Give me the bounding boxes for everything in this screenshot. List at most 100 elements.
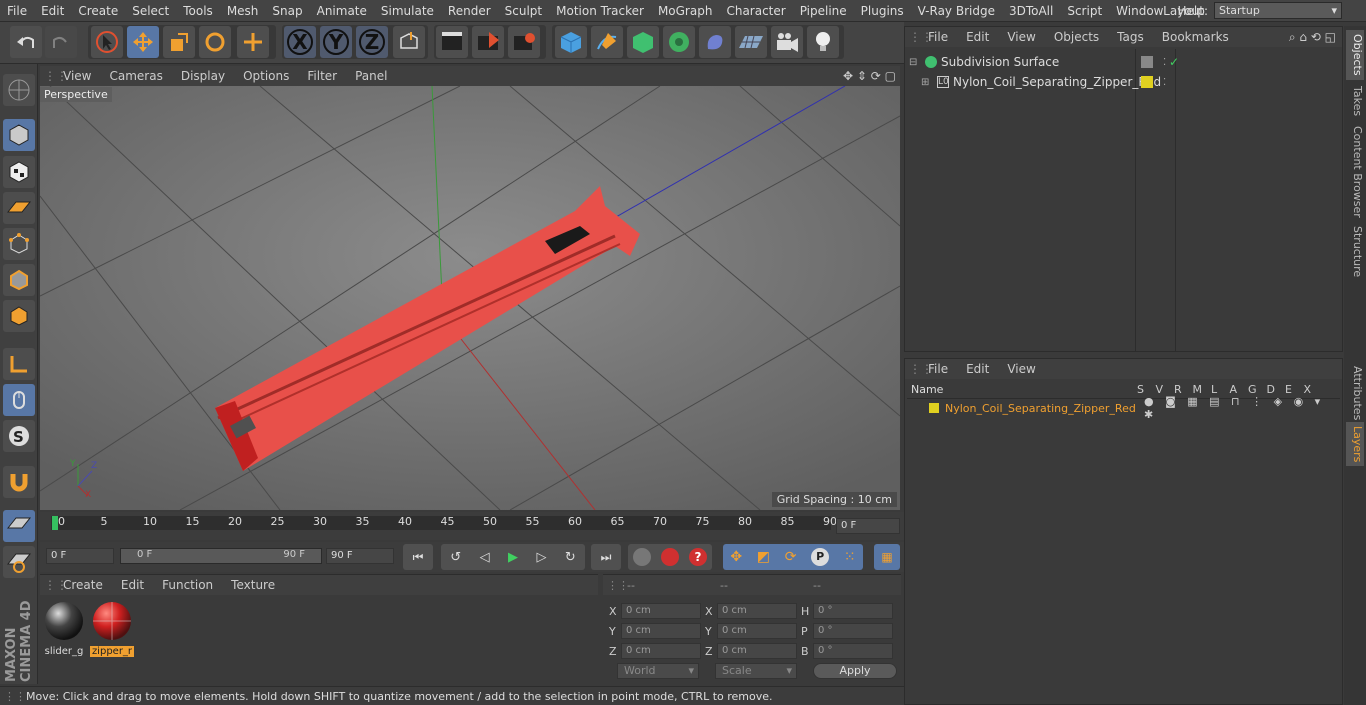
- move-tool-button[interactable]: [127, 26, 159, 58]
- floor-icon[interactable]: [735, 26, 767, 58]
- polygons-mode-icon[interactable]: [3, 300, 35, 332]
- pen-spline-icon[interactable]: [591, 26, 623, 58]
- menu-character[interactable]: Character: [719, 4, 792, 18]
- tab-objects[interactable]: Objects: [1346, 30, 1364, 80]
- render-picture-viewer-icon[interactable]: [472, 26, 504, 58]
- coord-value-field[interactable]: 0 cm: [621, 603, 701, 619]
- model-mode-icon[interactable]: [3, 119, 35, 151]
- light-icon[interactable]: [807, 26, 839, 58]
- world-dropdown[interactable]: World ▾: [617, 663, 699, 679]
- scale-tool-button[interactable]: [163, 26, 195, 58]
- menu-simulate[interactable]: Simulate: [374, 4, 441, 18]
- cloner-icon[interactable]: [663, 26, 695, 58]
- undo-button[interactable]: [10, 26, 42, 58]
- material-menu-edit[interactable]: Edit: [112, 578, 153, 592]
- viewport-nav-icons[interactable]: ✥ ⇕ ⟳ ▢: [843, 69, 896, 83]
- menu-window[interactable]: Window: [1109, 4, 1170, 18]
- material-slider-g[interactable]: slider_g: [42, 599, 86, 657]
- deformer-icon[interactable]: [699, 26, 731, 58]
- menu-create[interactable]: Create: [71, 4, 125, 18]
- coord-value-field[interactable]: 0 cm: [621, 623, 701, 639]
- rotate-tool-button[interactable]: [199, 26, 231, 58]
- viewport-menu-view[interactable]: View: [54, 69, 100, 83]
- cube-icon[interactable]: [555, 26, 587, 58]
- camera-icon[interactable]: [771, 26, 803, 58]
- 3d-viewport[interactable]: Y Z X Perspective Grid Spacing : 10 cm: [40, 86, 900, 510]
- key-param-icon[interactable]: P: [811, 548, 830, 566]
- magnet-icon[interactable]: [3, 466, 35, 498]
- object-row-subdivision[interactable]: ⊟ Subdivision Surface ⁚ ✓: [909, 53, 1339, 71]
- tab-attributes[interactable]: Attributes: [1346, 362, 1364, 424]
- layout-dropdown[interactable]: Startup ▾: [1214, 2, 1342, 19]
- timeline-icon[interactable]: ▦: [874, 544, 900, 570]
- object-row-zipper[interactable]: ⊞ L0 Nylon_Coil_Separating_Zipper_Red ⁚: [921, 73, 1339, 91]
- axis-mode-icon[interactable]: [3, 348, 35, 380]
- x-axis-icon[interactable]: X: [284, 26, 316, 58]
- menu-animate[interactable]: Animate: [310, 4, 374, 18]
- coord-value-field[interactable]: 0 cm: [717, 603, 797, 619]
- object-menu-file[interactable]: File: [919, 30, 957, 44]
- menu-snap[interactable]: Snap: [265, 4, 309, 18]
- start-frame-field[interactable]: 0 F: [46, 548, 114, 564]
- menu-pipeline[interactable]: Pipeline: [793, 4, 854, 18]
- transform-tool-button[interactable]: [237, 26, 269, 58]
- tab-content-browser[interactable]: Content Browser: [1346, 122, 1364, 222]
- coord-value-field[interactable]: 0 cm: [621, 643, 701, 659]
- record-icon[interactable]: [661, 548, 679, 566]
- coord-value-field[interactable]: 0 cm: [717, 643, 797, 659]
- menu-file[interactable]: File: [0, 4, 34, 18]
- go-to-end-icon[interactable]: ⏭: [591, 544, 621, 570]
- planar-workplane-icon[interactable]: [3, 546, 35, 578]
- key-move-icon[interactable]: ✥: [730, 549, 742, 565]
- object-menu-objects[interactable]: Objects: [1045, 30, 1108, 44]
- render-view-icon[interactable]: [436, 26, 468, 58]
- viewport-menu-options[interactable]: Options: [234, 69, 298, 83]
- layer-menu-edit[interactable]: Edit: [957, 362, 998, 376]
- scale-dropdown[interactable]: Scale ▾: [715, 663, 797, 679]
- coord-value-field[interactable]: 0 °: [813, 603, 893, 619]
- make-editable-icon[interactable]: [3, 74, 35, 106]
- snap-icon[interactable]: S: [3, 420, 35, 452]
- coord-value-field[interactable]: 0 cm: [717, 623, 797, 639]
- layer-color-icon[interactable]: [1141, 76, 1153, 88]
- texture-mode-icon[interactable]: [3, 156, 35, 188]
- keyframe-disabled-icon[interactable]: [633, 548, 651, 566]
- play-icon[interactable]: ▶: [508, 550, 518, 565]
- layer-menu-view[interactable]: View: [998, 362, 1044, 376]
- coordinate-system-icon[interactable]: [393, 26, 425, 58]
- object-menu-tags[interactable]: Tags: [1108, 30, 1153, 44]
- object-menu-view[interactable]: View: [998, 30, 1044, 44]
- key-pla-icon[interactable]: ⁙: [844, 549, 856, 565]
- viewport-menu-filter[interactable]: Filter: [298, 69, 346, 83]
- menu-3dtoall[interactable]: 3DToAll: [1002, 4, 1060, 18]
- workplane-mode-icon[interactable]: [3, 192, 35, 224]
- subdivision-icon[interactable]: [627, 26, 659, 58]
- end-frame-field[interactable]: 90 F: [326, 548, 394, 564]
- tag-icon[interactable]: [1141, 56, 1153, 68]
- apply-button[interactable]: Apply: [813, 663, 897, 679]
- layout-selector[interactable]: Layout: Startup ▾: [1163, 2, 1342, 19]
- menu-plugins[interactable]: Plugins: [854, 4, 911, 18]
- layer-color-swatch[interactable]: [929, 403, 939, 413]
- material-menu-texture[interactable]: Texture: [222, 578, 284, 592]
- material-zipper-r[interactable]: zipper_r: [90, 599, 134, 657]
- points-mode-icon[interactable]: [3, 228, 35, 260]
- prev-frame-icon[interactable]: ◁: [480, 550, 490, 565]
- viewport-menu-cameras[interactable]: Cameras: [100, 69, 171, 83]
- next-key-icon[interactable]: ↻: [565, 550, 576, 565]
- coord-value-field[interactable]: 0 °: [813, 643, 893, 659]
- coord-value-field[interactable]: 0 °: [813, 623, 893, 639]
- layer-menu-file[interactable]: File: [919, 362, 957, 376]
- select-tool-button[interactable]: [91, 26, 123, 58]
- object-menu-bookmarks[interactable]: Bookmarks: [1153, 30, 1238, 44]
- tab-takes[interactable]: Takes: [1346, 82, 1364, 120]
- menu-motion-tracker[interactable]: Motion Tracker: [549, 4, 651, 18]
- timeline-ruler[interactable]: 0 5 10 15 20 25 30 35 40 45 50 55 60 65 70 75 80 85 90 0 F: [40, 512, 904, 540]
- y-axis-icon[interactable]: Y: [320, 26, 352, 58]
- workplane-lock-icon[interactable]: [3, 510, 35, 542]
- current-frame-field[interactable]: 0 F: [836, 518, 900, 534]
- visibility-dots-icon[interactable]: ⁚: [1163, 77, 1166, 88]
- key-scale-icon[interactable]: ◩: [757, 549, 770, 565]
- material-menu-function[interactable]: Function: [153, 578, 222, 592]
- viewport-menu-panel[interactable]: Panel: [346, 69, 396, 83]
